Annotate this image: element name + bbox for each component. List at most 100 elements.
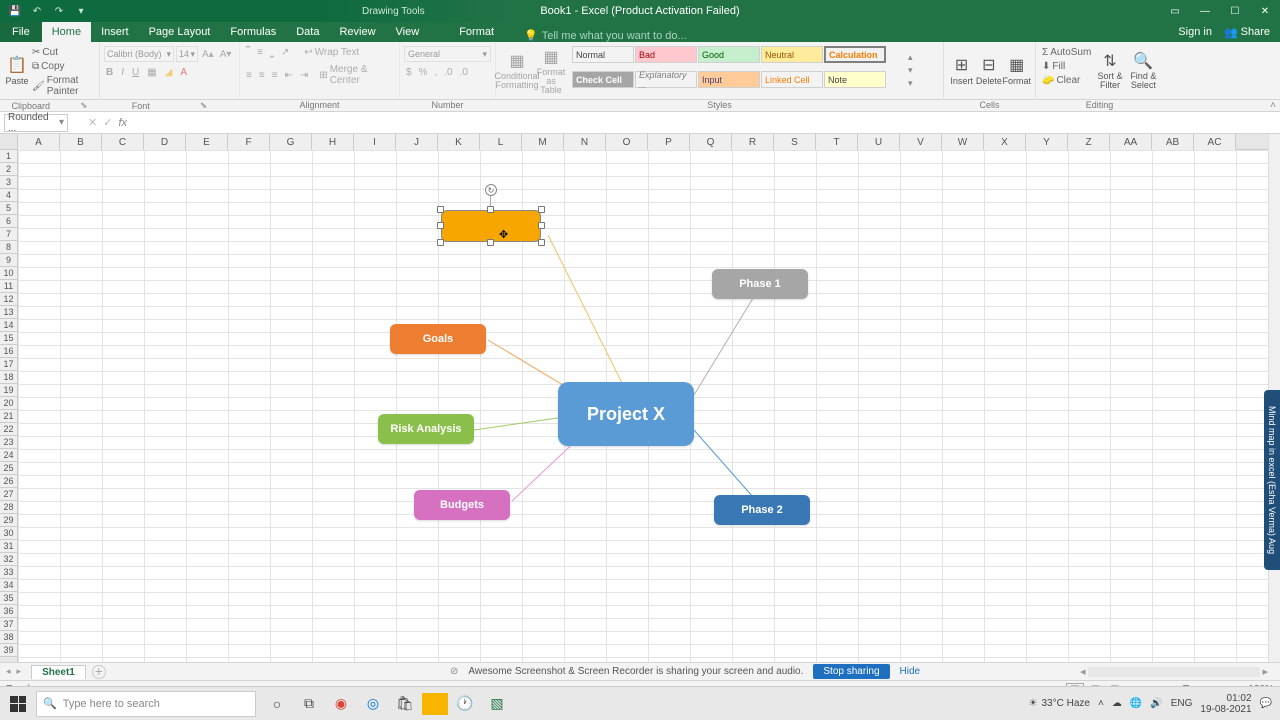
row-header[interactable]: 6 — [0, 215, 17, 228]
row-header[interactable]: 38 — [0, 631, 17, 644]
row-header[interactable]: 23 — [0, 436, 17, 449]
merge-center-button[interactable]: ⊞Merge & Center — [317, 63, 395, 87]
enter-formula-icon[interactable]: ✓ — [103, 116, 112, 129]
row-header[interactable]: 27 — [0, 488, 17, 501]
style-linked-cell[interactable]: Linked Cell — [761, 71, 823, 88]
cell-styles-gallery[interactable]: Normal Bad Good Neutral Calculation Chec… — [568, 44, 908, 96]
column-header[interactable]: F — [228, 134, 270, 150]
stop-sharing-button[interactable]: Stop sharing — [813, 664, 889, 679]
redo-icon[interactable]: ↷ — [52, 4, 66, 18]
shape-project-x[interactable]: Project X — [558, 382, 694, 446]
column-header[interactable]: K — [438, 134, 480, 150]
clock-icon[interactable]: 🕐 — [450, 687, 480, 721]
row-header[interactable]: 10 — [0, 267, 17, 280]
row-header[interactable]: 34 — [0, 579, 17, 592]
fill-color-button[interactable]: ◢ — [163, 66, 175, 79]
column-header[interactable]: S — [774, 134, 816, 150]
number-format-select[interactable]: General▾ — [404, 46, 491, 62]
row-header[interactable]: 2 — [0, 163, 17, 176]
close-button[interactable]: ✕ — [1250, 0, 1280, 22]
row-header[interactable]: 19 — [0, 384, 17, 397]
notifications-icon[interactable]: 💬 — [1260, 698, 1272, 709]
percent-button[interactable]: % — [417, 66, 430, 79]
row-header[interactable]: 5 — [0, 202, 17, 215]
column-header[interactable]: AA — [1110, 134, 1152, 150]
format-painter-button[interactable]: 🖌Format Painter — [30, 74, 95, 98]
task-view-icon[interactable]: ⧉ — [294, 687, 324, 721]
cut-button[interactable]: ✂Cut — [30, 46, 95, 59]
row-header[interactable]: 26 — [0, 475, 17, 488]
column-header[interactable]: C — [102, 134, 144, 150]
sheet-tab-active[interactable]: Sheet1 — [31, 665, 86, 679]
column-header[interactable]: P — [648, 134, 690, 150]
comma-button[interactable]: , — [432, 66, 439, 79]
column-header[interactable]: A — [18, 134, 60, 150]
column-header[interactable]: AC — [1194, 134, 1236, 150]
gallery-more-icon[interactable]: ▾ — [908, 78, 913, 89]
taskbar-search[interactable]: 🔍 Type here to search — [36, 691, 256, 717]
row-header[interactable]: 33 — [0, 566, 17, 579]
spreadsheet-grid[interactable]: ABCDEFGHIJKLMNOPQRSTUVWXYZAAABAC 1234567… — [0, 134, 1280, 662]
add-sheet-button[interactable]: ＋ — [92, 665, 106, 679]
align-right-button[interactable]: ≡ — [270, 63, 280, 87]
row-header[interactable]: 30 — [0, 527, 17, 540]
row-header[interactable]: 15 — [0, 332, 17, 345]
style-check-cell[interactable]: Check Cell — [572, 71, 634, 88]
align-middle-button[interactable]: ≡ — [255, 46, 265, 59]
tab-home[interactable]: Home — [42, 22, 91, 42]
share-banner-close-icon[interactable]: ⊘ — [450, 666, 458, 677]
tab-file[interactable]: File — [0, 22, 42, 42]
tab-data[interactable]: Data — [286, 22, 329, 42]
align-bottom-button[interactable]: ⎵ — [268, 46, 276, 59]
shape-budgets[interactable]: Budgets — [414, 490, 510, 520]
column-header[interactable]: Y — [1026, 134, 1068, 150]
onedrive-icon[interactable]: ☁ — [1112, 698, 1122, 709]
row-header[interactable]: 36 — [0, 605, 17, 618]
rotate-handle-icon[interactable]: ↻ — [485, 184, 497, 196]
style-note[interactable]: Note — [824, 71, 886, 88]
row-header[interactable]: 21 — [0, 410, 17, 423]
find-select-button[interactable]: 🔍Find & Select — [1127, 44, 1160, 96]
hscroll-left-icon[interactable]: ◂ — [1080, 665, 1086, 678]
save-icon[interactable]: 💾 — [8, 4, 22, 18]
style-explanatory[interactable]: Explanatory ... — [635, 71, 697, 88]
volume-icon[interactable]: 🔊 — [1150, 698, 1162, 709]
bold-button[interactable]: B — [104, 66, 115, 79]
grow-font-button[interactable]: A▴ — [200, 46, 216, 62]
style-calculation[interactable]: Calculation — [824, 46, 886, 63]
font-size-select[interactable]: 14▾ — [176, 46, 198, 62]
format-as-table-button[interactable]: ▦Format as Table — [534, 44, 568, 96]
gallery-down-icon[interactable]: ▾ — [908, 65, 913, 76]
sign-in-link[interactable]: Sign in — [1178, 26, 1212, 38]
row-header[interactable]: 8 — [0, 241, 17, 254]
language-indicator[interactable]: ENG — [1171, 698, 1193, 709]
gallery-up-icon[interactable]: ▴ — [908, 52, 913, 63]
cancel-formula-icon[interactable]: ✕ — [88, 116, 97, 129]
align-left-button[interactable]: ≡ — [244, 63, 254, 87]
column-header[interactable]: V — [900, 134, 942, 150]
shrink-font-button[interactable]: A▾ — [218, 46, 234, 62]
style-neutral[interactable]: Neutral — [761, 46, 823, 63]
autosum-button[interactable]: ΣAutoSum — [1040, 46, 1093, 59]
selected-shape[interactable]: ↻ ✥ — [441, 210, 541, 242]
align-center-button[interactable]: ≡ — [257, 63, 267, 87]
hscroll-right-icon[interactable]: ▸ — [1262, 665, 1268, 678]
chrome-icon[interactable]: ◉ — [326, 687, 356, 721]
font-name-select[interactable]: Calibri (Body)▾ — [104, 46, 174, 62]
column-header[interactable]: W — [942, 134, 984, 150]
copy-button[interactable]: ⧉Copy — [30, 60, 95, 73]
column-header[interactable]: R — [732, 134, 774, 150]
tab-format[interactable]: Format — [449, 22, 504, 42]
explorer-icon[interactable] — [422, 693, 448, 715]
collapse-ribbon-icon[interactable]: ˄ — [1270, 100, 1276, 111]
column-header[interactable]: B — [60, 134, 102, 150]
row-header[interactable]: 14 — [0, 319, 17, 332]
format-cells-button[interactable]: ▦Format — [1002, 44, 1031, 96]
weather-widget[interactable]: ☀33°C Haze — [1029, 698, 1090, 709]
tab-page-layout[interactable]: Page Layout — [139, 22, 221, 42]
font-color-button[interactable]: A — [178, 66, 189, 79]
paste-button[interactable]: 📋 Paste — [4, 44, 30, 96]
column-header[interactable]: Q — [690, 134, 732, 150]
cells-area[interactable]: ↻ ✥ Phase 1 Goals Risk Analysis Budgets … — [18, 150, 1268, 662]
column-header[interactable]: H — [312, 134, 354, 150]
